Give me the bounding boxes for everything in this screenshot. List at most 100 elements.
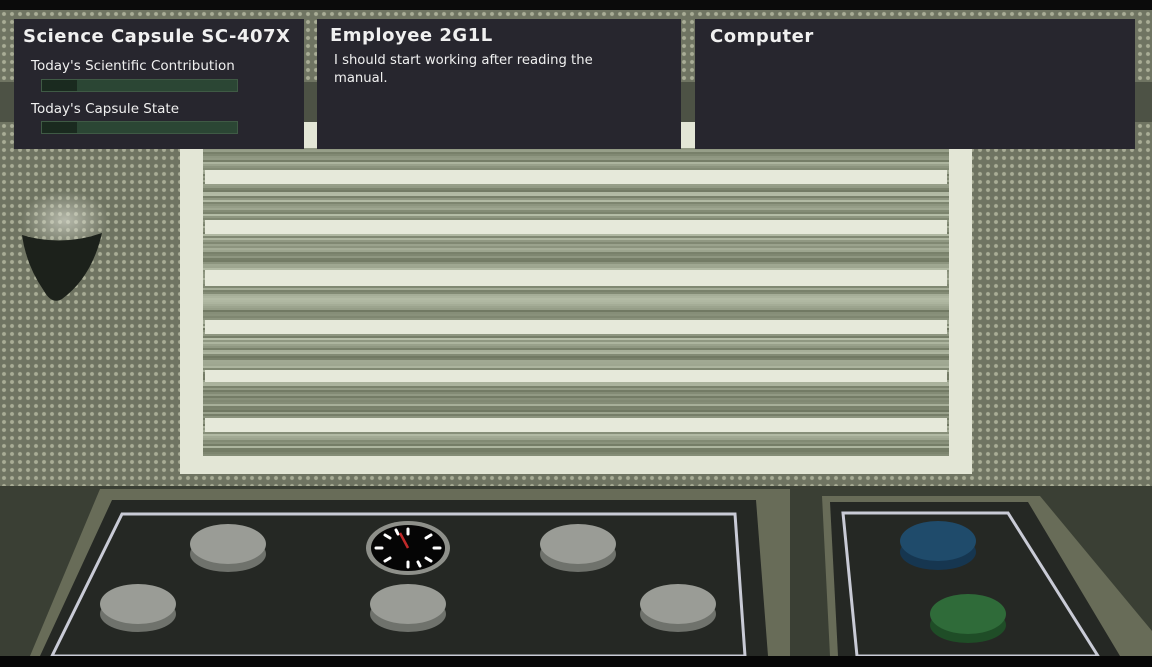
employee-dialog-panel: Employee 2G1L I should start working aft… — [317, 19, 681, 149]
static-line — [203, 268, 949, 270]
static-line — [203, 402, 949, 404]
static-line — [203, 300, 949, 302]
contribution-label: Today's Scientific Contribution — [31, 58, 235, 74]
static-line — [203, 442, 949, 444]
top-letterbox — [0, 0, 1152, 10]
static-line — [203, 198, 949, 200]
static-line — [203, 400, 949, 402]
static-line — [203, 240, 949, 242]
static-line — [203, 304, 949, 306]
static-line — [203, 302, 949, 304]
static-line — [203, 336, 949, 338]
static-line — [203, 236, 949, 238]
static-line — [203, 354, 949, 356]
static-line — [203, 412, 949, 414]
static-line — [203, 252, 949, 254]
static-line — [203, 390, 949, 392]
static-line — [203, 398, 949, 400]
static-line — [203, 244, 949, 246]
green-button[interactable] — [930, 594, 1006, 643]
static-line — [203, 256, 949, 258]
static-line — [203, 404, 949, 406]
static-line — [203, 242, 949, 244]
computer-panel: Computer — [695, 19, 1135, 149]
static-line — [203, 218, 949, 220]
static-line — [203, 296, 949, 298]
static-line — [203, 368, 949, 370]
static-line — [203, 440, 949, 442]
static-line — [203, 206, 949, 208]
static-line — [203, 384, 949, 386]
employee-name: Employee 2G1L — [330, 25, 493, 46]
contribution-meter-fill — [42, 80, 78, 91]
static-line — [203, 358, 949, 360]
clock-gauge-icon — [366, 521, 450, 575]
static-line — [203, 414, 949, 416]
bottom-letterbox — [0, 656, 1152, 667]
static-line — [203, 448, 949, 450]
static-line — [203, 290, 949, 292]
static-line — [203, 310, 949, 312]
static-line — [203, 334, 949, 336]
control-console — [30, 489, 1152, 656]
static-line — [203, 286, 949, 288]
static-line — [203, 216, 949, 218]
static-line — [203, 340, 949, 342]
static-line — [203, 188, 949, 190]
static-line — [203, 342, 949, 344]
static-bright-band — [205, 170, 947, 184]
static-line — [203, 196, 949, 198]
static-line — [203, 160, 949, 162]
static-line — [203, 454, 949, 456]
static-line — [203, 366, 949, 368]
static-line — [203, 292, 949, 294]
static-line — [203, 234, 949, 236]
static-line — [203, 166, 949, 168]
computer-title: Computer — [710, 26, 814, 47]
static-line — [203, 438, 949, 440]
static-line — [203, 316, 949, 318]
ceiling-lamp-icon[interactable] — [20, 233, 104, 305]
console-button-4[interactable] — [370, 584, 446, 632]
static-line — [203, 246, 949, 248]
static-line — [203, 192, 949, 194]
console-button-3[interactable] — [100, 584, 176, 632]
static-line — [203, 450, 949, 452]
static-line — [203, 396, 949, 398]
static-line — [203, 314, 949, 316]
static-bright-band — [205, 220, 947, 234]
static-bright-band — [205, 320, 947, 334]
static-line — [203, 364, 949, 366]
static-line — [203, 388, 949, 390]
static-line — [203, 204, 949, 206]
static-line — [203, 318, 949, 320]
static-line — [203, 434, 949, 436]
static-line — [203, 432, 949, 434]
static-line — [203, 250, 949, 252]
static-line — [203, 294, 949, 296]
game-scene: Science Capsule SC-407X Today's Scientif… — [0, 0, 1152, 667]
contribution-meter — [41, 79, 238, 92]
static-line — [203, 212, 949, 214]
static-line — [203, 210, 949, 212]
static-line — [203, 258, 949, 260]
capsule-title: Science Capsule SC-407X — [23, 26, 291, 47]
static-line — [203, 266, 949, 268]
static-line — [203, 344, 949, 346]
static-line — [203, 306, 949, 308]
static-line — [203, 186, 949, 188]
console-button-2[interactable] — [540, 524, 616, 572]
blue-button[interactable] — [900, 521, 976, 570]
static-line — [203, 452, 949, 454]
static-line — [203, 416, 949, 418]
console-button-5[interactable] — [640, 584, 716, 632]
static-line — [203, 444, 949, 446]
static-line — [203, 312, 949, 314]
static-bright-band — [205, 418, 947, 432]
static-line — [203, 346, 949, 348]
static-line — [203, 362, 949, 364]
console-button-1[interactable] — [190, 524, 266, 572]
static-bright-band — [205, 270, 947, 286]
static-line — [203, 394, 949, 396]
static-line — [203, 350, 949, 352]
